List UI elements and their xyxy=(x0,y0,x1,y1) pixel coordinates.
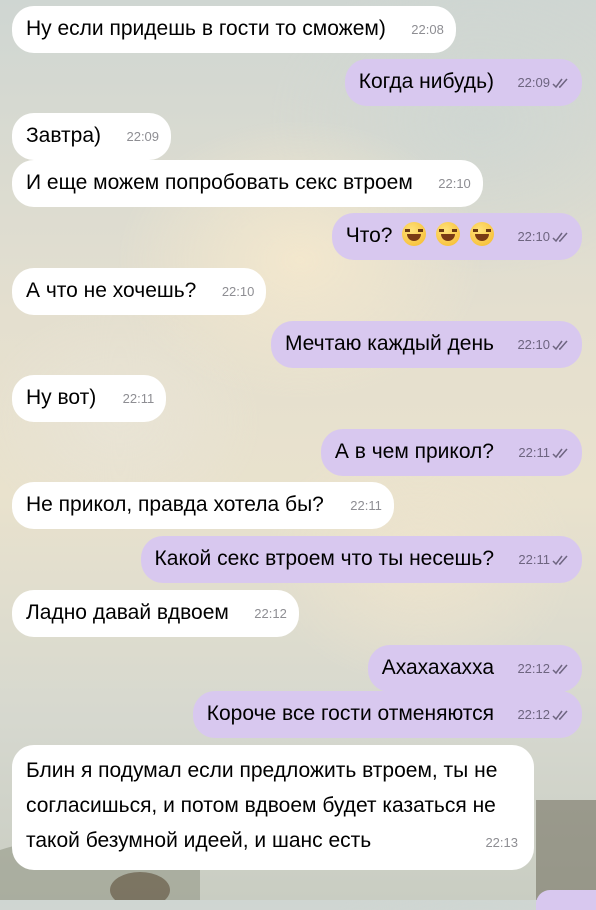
message-time: 22:10 xyxy=(517,337,550,352)
message-incoming[interactable]: Ну вот) 22:11 xyxy=(12,375,167,422)
message-meta: 22:11 xyxy=(518,438,570,468)
message-time: 22:10 xyxy=(438,176,471,191)
message-incoming[interactable]: А что не хочешь? 22:10 xyxy=(12,268,267,315)
message-text: Короче все гости отменяются xyxy=(206,702,494,725)
message-outgoing[interactable]: Ахахахахха 22:12 xyxy=(367,645,582,692)
message-text: И еще можем попробовать секс втроем xyxy=(26,171,413,194)
double-check-icon xyxy=(552,448,568,459)
message-text: А в чем прикол? xyxy=(334,440,494,463)
message-meta: 22:10 xyxy=(517,222,570,252)
message-text: Какой секс втроем что ты несешь? xyxy=(154,547,494,570)
double-check-icon xyxy=(552,710,568,721)
message-meta: 22:12 xyxy=(254,599,287,629)
double-check-icon xyxy=(552,78,568,89)
message-time: 22:09 xyxy=(126,129,160,144)
message-incoming[interactable]: Ладно давай вдвоем 22:12 xyxy=(12,590,299,637)
message-meta: 22:13 xyxy=(485,825,518,860)
double-check-icon xyxy=(552,555,568,566)
message-outgoing[interactable]: Мечтаю каждый день 22:10 xyxy=(270,321,582,368)
message-time: 22:11 xyxy=(518,445,550,460)
message-time: 22:12 xyxy=(254,606,287,621)
message-text: Блин я подумал если предложить втроем, т… xyxy=(26,759,498,852)
message-incoming[interactable]: Ну если придешь в гости то сможем) 22:08 xyxy=(12,6,456,53)
message-text: Мечтаю каждый день xyxy=(284,332,494,355)
message-meta: 22:10 xyxy=(222,277,255,307)
message-time: 22:11 xyxy=(518,552,550,567)
double-check-icon xyxy=(552,340,568,351)
message-meta: 22:09 xyxy=(517,68,570,98)
message-text: Завтра) xyxy=(26,124,102,147)
message-time: 22:09 xyxy=(517,75,550,90)
message-time: 22:11 xyxy=(350,498,382,513)
message-meta: 22:12 xyxy=(517,700,570,730)
message-text: Ладно давай вдвоем xyxy=(26,601,229,624)
message-time: 22:13 xyxy=(485,835,518,850)
message-time: 22:12 xyxy=(517,707,550,722)
message-incoming[interactable]: Блин я подумал если предложить втроем, т… xyxy=(12,745,534,870)
message-time: 22:11 xyxy=(122,391,155,406)
message-meta: 22:11 xyxy=(123,384,155,414)
message-meta: 22:10 xyxy=(438,169,471,199)
face-with-tears-of-joy-icon xyxy=(470,222,494,246)
message-meta: 22:10 xyxy=(517,330,570,360)
message-meta: 22:09 xyxy=(126,122,159,152)
face-with-tears-of-joy-icon xyxy=(436,222,461,246)
message-incoming[interactable]: Не прикол, правда хотела бы? 22:11 xyxy=(12,482,394,529)
message-outgoing[interactable]: Короче все гости отменяются 22:12 xyxy=(192,691,582,738)
message-text: Ну если придешь в гости то сможем) xyxy=(26,17,386,40)
message-text: Что? xyxy=(345,224,393,247)
message-time: 22:08 xyxy=(411,22,444,37)
message-outgoing-partial[interactable] xyxy=(536,890,596,910)
message-time: 22:10 xyxy=(517,229,550,244)
message-text: Не прикол, правда хотела бы? xyxy=(26,493,324,516)
double-check-icon xyxy=(552,664,568,675)
message-meta: 22:11 xyxy=(518,545,570,575)
message-meta: 22:12 xyxy=(517,654,570,684)
message-meta: 22:08 xyxy=(411,15,444,45)
message-text: Ну вот) xyxy=(26,386,97,409)
message-outgoing[interactable]: Когда нибудь) 22:09 xyxy=(344,59,582,106)
message-outgoing[interactable]: Какой секс втроем что ты несешь? 22:11 xyxy=(140,536,582,583)
message-text: Когда нибудь) xyxy=(358,70,494,93)
message-text: А что не хочешь? xyxy=(26,279,197,302)
message-outgoing[interactable]: Что? 22:10 xyxy=(331,213,582,260)
message-text: Ахахахахха xyxy=(381,656,494,679)
double-check-icon xyxy=(552,232,568,243)
message-meta: 22:11 xyxy=(350,491,382,521)
message-time: 22:10 xyxy=(221,284,255,299)
face-with-tears-of-joy-icon xyxy=(402,222,427,246)
message-outgoing[interactable]: А в чем прикол? 22:11 xyxy=(320,429,582,476)
message-time: 22:12 xyxy=(517,661,550,676)
message-incoming[interactable]: И еще можем попробовать секс втроем 22:1… xyxy=(12,160,483,207)
message-incoming[interactable]: Завтра) 22:09 xyxy=(12,113,172,160)
